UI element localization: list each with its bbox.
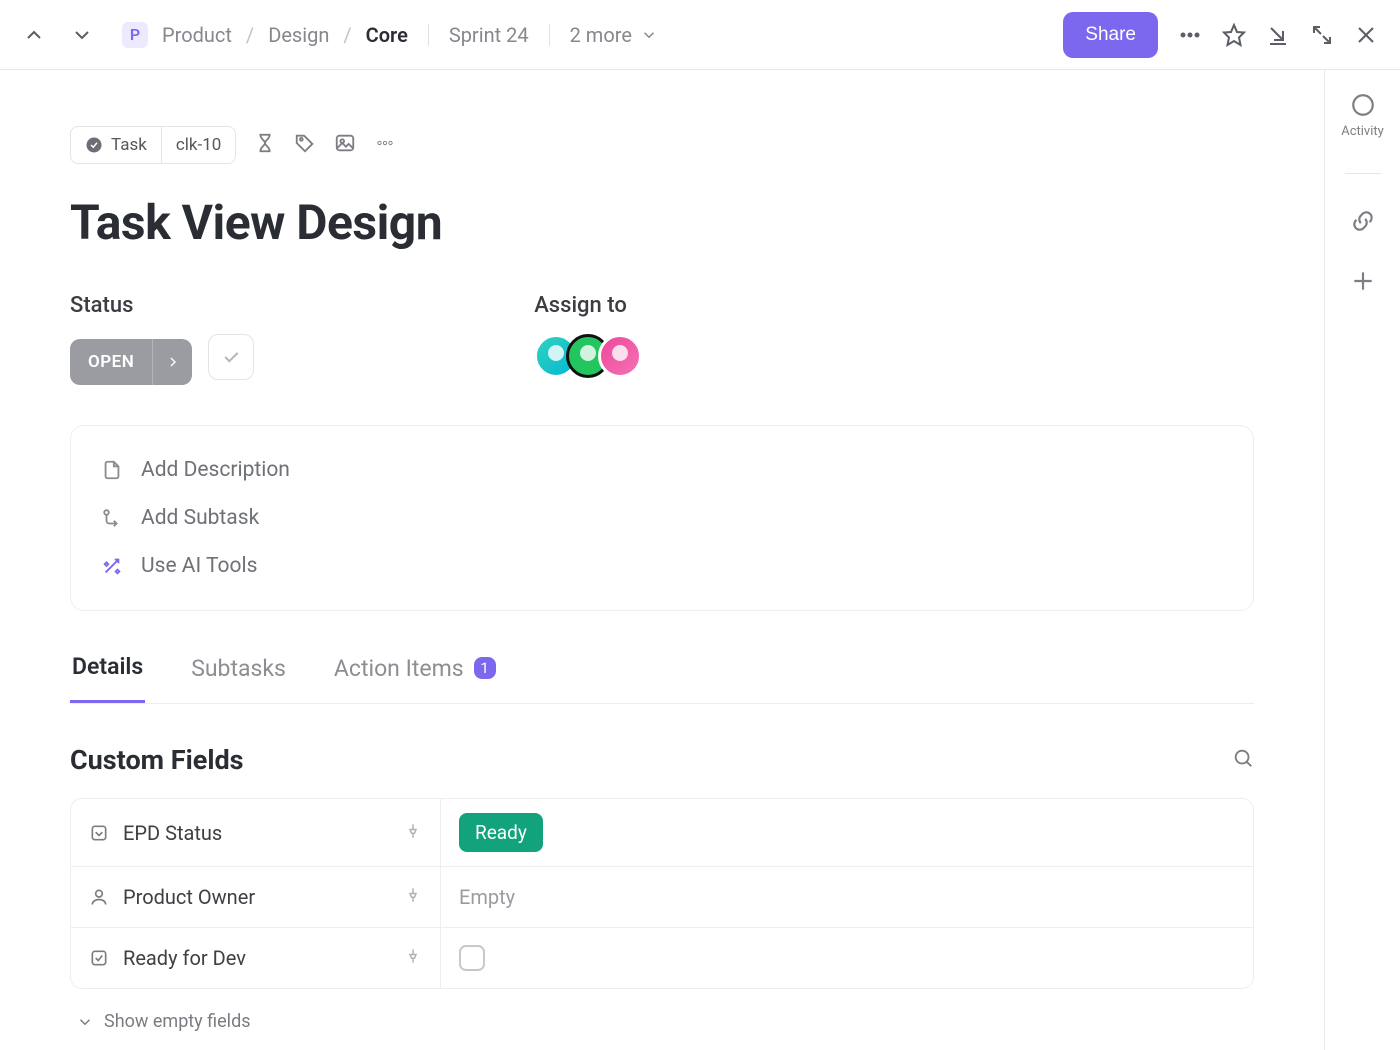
task-content: Task clk-10 Task View Design Status OPEN [0,70,1324,1050]
field-name: EPD Status [123,821,222,845]
task-id[interactable]: clk-10 [161,127,235,163]
field-value[interactable] [441,928,1253,988]
divider [549,24,550,46]
task-chip-row: Task clk-10 [70,126,1254,164]
add-button[interactable] [1350,268,1376,294]
chevron-right-icon[interactable] [152,339,192,385]
task-type-chip[interactable]: Task clk-10 [70,126,236,164]
pin-icon[interactable] [404,821,422,845]
status-heading: Status [70,293,254,318]
ai-tools-button[interactable]: Use AI Tools [101,542,1223,590]
assign-section: Assign to [534,293,642,385]
breadcrumb-item-active[interactable]: Core [366,23,408,47]
mark-done-button[interactable] [208,334,254,380]
quick-actions: Add Description Add Subtask Use AI Tools [70,425,1254,611]
table-row: Ready for Dev [71,928,1253,988]
field-name: Ready for Dev [123,946,246,970]
field-name: Product Owner [123,885,255,909]
ai-tools-label: Use AI Tools [141,554,257,578]
pin-icon[interactable] [404,885,422,909]
search-icon[interactable] [1232,747,1254,773]
breadcrumb-more-label: 2 more [570,23,632,47]
checkbox[interactable] [459,945,485,971]
download-icon[interactable] [1266,23,1290,47]
link-button[interactable] [1350,208,1376,234]
more-icon[interactable] [1178,23,1202,47]
tag-icon[interactable] [294,132,316,158]
assign-heading: Assign to [534,293,642,318]
image-icon[interactable] [334,132,356,158]
action-items-count: 1 [474,657,496,679]
custom-fields-heading: Custom Fields [70,744,244,776]
add-subtask-label: Add Subtask [141,506,259,530]
field-value[interactable]: Ready [441,799,1253,866]
tab-action-items[interactable]: Action Items 1 [332,653,498,703]
tab-action-items-label: Action Items [334,655,464,682]
breadcrumb-separator: / [246,23,254,47]
avatar[interactable] [598,334,642,378]
add-description-label: Add Description [141,458,290,482]
task-title[interactable]: Task View Design [70,194,1254,251]
show-empty-fields-button[interactable]: Show empty fields [70,1011,1254,1032]
breadcrumb-item[interactable]: Design [268,23,329,47]
task-type-label: Task [111,135,147,155]
pin-icon[interactable] [404,946,422,970]
tabs: Details Subtasks Action Items 1 [70,653,1254,704]
assignee-avatars[interactable] [534,334,642,378]
status-section: Status OPEN [70,293,254,385]
custom-fields-table: EPD Status Ready Product Owner Empty Rea… [70,798,1254,989]
show-empty-label: Show empty fields [104,1011,251,1032]
nav-prev-icon[interactable] [22,23,46,47]
breadcrumb-sprint[interactable]: Sprint 24 [449,23,529,47]
table-row: Product Owner Empty [71,867,1253,928]
activity-label: Activity [1341,124,1384,139]
timer-icon[interactable] [254,132,276,158]
add-subtask-button[interactable]: Add Subtask [101,494,1223,542]
breadcrumb-item[interactable]: Product [162,23,232,47]
tab-details[interactable]: Details [70,653,145,703]
topbar: P Product / Design / Core Sprint 24 2 mo… [0,0,1400,70]
add-description-button[interactable]: Add Description [101,446,1223,494]
empty-label: Empty [459,885,515,909]
status-tag: Ready [459,813,543,852]
breadcrumb-separator: / [343,23,351,47]
activity-button[interactable]: Activity [1341,92,1384,139]
collapse-icon[interactable] [1310,23,1334,47]
close-icon[interactable] [1354,23,1378,47]
share-button[interactable]: Share [1063,12,1158,58]
divider [428,24,429,46]
divider [1345,173,1381,174]
table-row: EPD Status Ready [71,799,1253,867]
more-icon[interactable] [374,132,396,158]
workspace-badge[interactable]: P [122,22,148,48]
star-icon[interactable] [1222,23,1246,47]
right-rail: Activity [1324,70,1400,1050]
field-value[interactable]: Empty [441,867,1253,927]
status-value: OPEN [70,352,152,372]
nav-next-icon[interactable] [70,23,94,47]
status-button[interactable]: OPEN [70,339,192,385]
breadcrumb: P Product / Design / Core Sprint 24 2 mo… [122,22,658,48]
breadcrumb-more[interactable]: 2 more [570,23,658,47]
tab-subtasks[interactable]: Subtasks [189,653,288,703]
